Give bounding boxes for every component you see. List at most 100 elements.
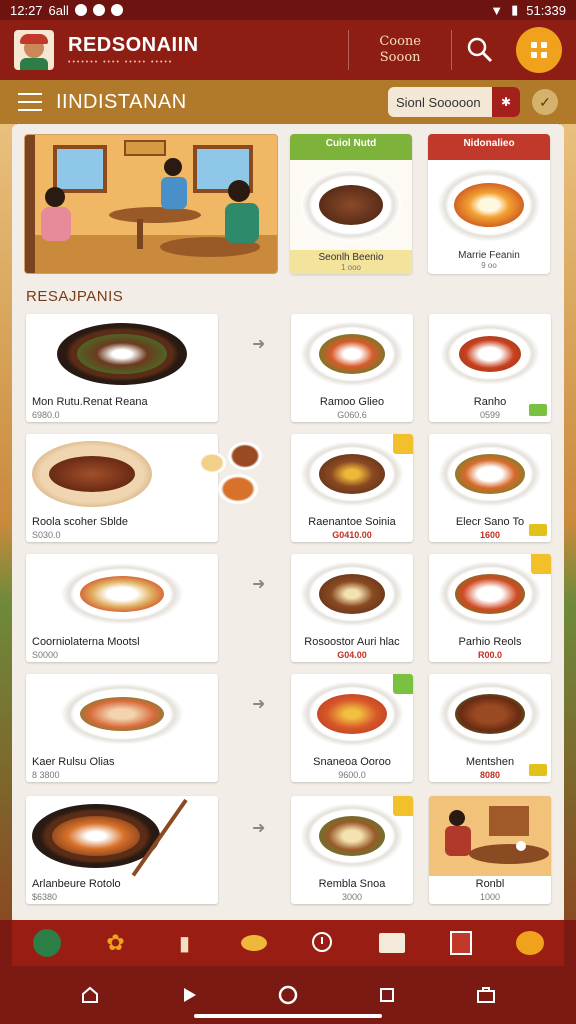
- dish-price: G0410.00: [332, 530, 372, 540]
- status-time: 12:27: [10, 2, 43, 18]
- profile-tab[interactable]: [29, 925, 65, 961]
- food-icon: [240, 935, 267, 951]
- search-icon: [311, 932, 332, 952]
- arrow-right-icon[interactable]: ➜: [252, 818, 265, 838]
- featured-dish-name: Seonlh Beenio: [318, 252, 384, 263]
- dish-card[interactable]: Mon Rutu.Renat Reana 6980.0: [26, 314, 218, 422]
- tag-badge: [529, 404, 547, 416]
- header-subtitle: Coone Sooon: [379, 34, 421, 66]
- search-button[interactable]: [460, 30, 500, 70]
- search-icon: [467, 37, 493, 63]
- search-tab[interactable]: [305, 925, 341, 961]
- list-tab[interactable]: [443, 925, 479, 961]
- check-icon[interactable]: ✓: [532, 89, 558, 115]
- featured-card-header: Cuiol Nutd: [290, 134, 412, 160]
- bottom-tab-bar: ✿ ▮: [12, 920, 564, 966]
- search-submit-icon[interactable]: ✱: [492, 87, 520, 117]
- dish-card[interactable]: Rosoostor Auri hlac G04.00: [291, 554, 413, 662]
- dish-price: 3000: [341, 892, 363, 902]
- dish-name: Snaneoa Ooroo: [313, 756, 391, 768]
- dish-price: S030.0: [32, 530, 61, 540]
- featured-card[interactable]: Nidonalieo Marrie Feanin 9 oo: [428, 134, 550, 274]
- dish-image: [26, 674, 218, 754]
- main-content: Cuiol Nutd Seonlh Beenio 1 ooo Nidonalie…: [12, 124, 564, 920]
- restaurant-illustration: [25, 135, 277, 273]
- dish-card[interactable]: Mentshen 8080: [429, 674, 551, 782]
- notification-icon: [92, 4, 105, 16]
- dish-price: R00.0: [477, 650, 503, 660]
- brand: REDSONAIIN ••••••• •••• ••••• •••••: [68, 34, 199, 66]
- dish-price: 6980.0: [32, 410, 60, 420]
- nav-bar: IINDISTANAN ✱ ✓: [0, 80, 576, 124]
- menu-button[interactable]: [516, 27, 562, 73]
- drinks-tab[interactable]: ▮: [167, 925, 203, 961]
- dish-card[interactable]: Raenantoe Soinia G0410.00: [291, 434, 413, 542]
- dish-card[interactable]: Parhio Reols R00.0: [429, 554, 551, 662]
- bird-icon: [515, 931, 544, 955]
- battery-icon: ▮: [511, 2, 519, 17]
- search-input[interactable]: [388, 87, 492, 117]
- drink-icon: ▮: [178, 932, 190, 955]
- dish-price: 1000: [479, 892, 501, 902]
- app-header: REDSONAIIN ••••••• •••• ••••• ••••• Coon…: [0, 20, 576, 80]
- dish-card[interactable]: Elecr Sano To 1600: [429, 434, 551, 542]
- brand-logo[interactable]: [14, 30, 54, 70]
- featured-card[interactable]: Cuiol Nutd Seonlh Beenio 1 ooo: [290, 134, 412, 274]
- chef-icon: ✿: [106, 930, 125, 955]
- home-icon[interactable]: [76, 981, 104, 1009]
- play-icon[interactable]: [175, 981, 203, 1009]
- featured-card-header: Nidonalieo: [428, 134, 550, 160]
- square-icon[interactable]: [373, 981, 401, 1009]
- search-field: ✱: [388, 87, 520, 117]
- diners-illustration: [429, 796, 551, 876]
- dish-card[interactable]: Coorniolaterna Mootsl S0000: [26, 554, 218, 662]
- dish-image: [291, 314, 413, 394]
- dish-image: [26, 554, 218, 634]
- dish-image: [429, 674, 551, 754]
- dish-card[interactable]: Ranho 0599: [429, 314, 551, 422]
- dining-image: [429, 796, 551, 876]
- status-carrier: 6all: [48, 2, 69, 18]
- dish-name: Kaer Rulsu Olias: [32, 756, 115, 768]
- document-icon: [378, 933, 405, 953]
- restaurant-hero-image[interactable]: [24, 134, 278, 274]
- dish-image: [290, 160, 412, 250]
- dish-name: Mon Rutu.Renat Reana: [32, 396, 148, 408]
- orders-tab[interactable]: [374, 925, 410, 961]
- dish-card[interactable]: Snaneoa Ooroo 9600.0: [291, 674, 413, 782]
- dish-price: G060.6: [337, 410, 367, 420]
- dish-name: Rosoostor Auri hlac: [304, 636, 400, 648]
- snacks-tab[interactable]: [236, 925, 272, 961]
- header-divider: [451, 30, 452, 70]
- recents-icon[interactable]: [472, 981, 500, 1009]
- dish-image: [291, 674, 413, 754]
- dish-name: Roola scoher Sblde: [32, 516, 129, 528]
- dish-price: $6380: [32, 892, 58, 902]
- hamburger-icon[interactable]: [18, 93, 42, 111]
- favorites-tab[interactable]: [512, 925, 548, 961]
- featured-dish-name: Marrie Feanin: [458, 250, 520, 261]
- arrow-right-icon[interactable]: ➜: [252, 334, 265, 354]
- arrow-right-icon[interactable]: ➜: [252, 694, 265, 714]
- gesture-bar[interactable]: [194, 1014, 382, 1018]
- notification-icon: [74, 4, 87, 16]
- featured-dish-price: 9 oo: [481, 261, 497, 270]
- status-bar: 12:27 6all ▼ ▮ 51:339: [0, 0, 576, 20]
- dish-image: [429, 554, 551, 634]
- dish-image: [291, 796, 413, 876]
- dish-card[interactable]: Ramoo Glieo G060.6: [291, 314, 413, 422]
- dish-card[interactable]: Rembla Snoa 3000: [291, 796, 413, 904]
- menu-tab[interactable]: ✿: [98, 925, 134, 961]
- dish-card[interactable]: Arlanbeure Rotolo $6380: [26, 796, 218, 904]
- signal-icon: ▼: [490, 2, 504, 18]
- avatar-icon: [32, 929, 61, 957]
- dish-image: [26, 796, 218, 876]
- dish-image: [26, 314, 218, 394]
- arrow-right-icon[interactable]: ➜: [252, 574, 265, 594]
- notification-icon: [110, 4, 123, 16]
- dish-card[interactable]: Ronbl 1000: [429, 796, 551, 904]
- dish-image: [428, 160, 550, 250]
- circle-home-icon[interactable]: [274, 981, 302, 1009]
- dish-card[interactable]: Kaer Rulsu Olias 8 3800: [26, 674, 218, 782]
- dish-image: [429, 434, 551, 514]
